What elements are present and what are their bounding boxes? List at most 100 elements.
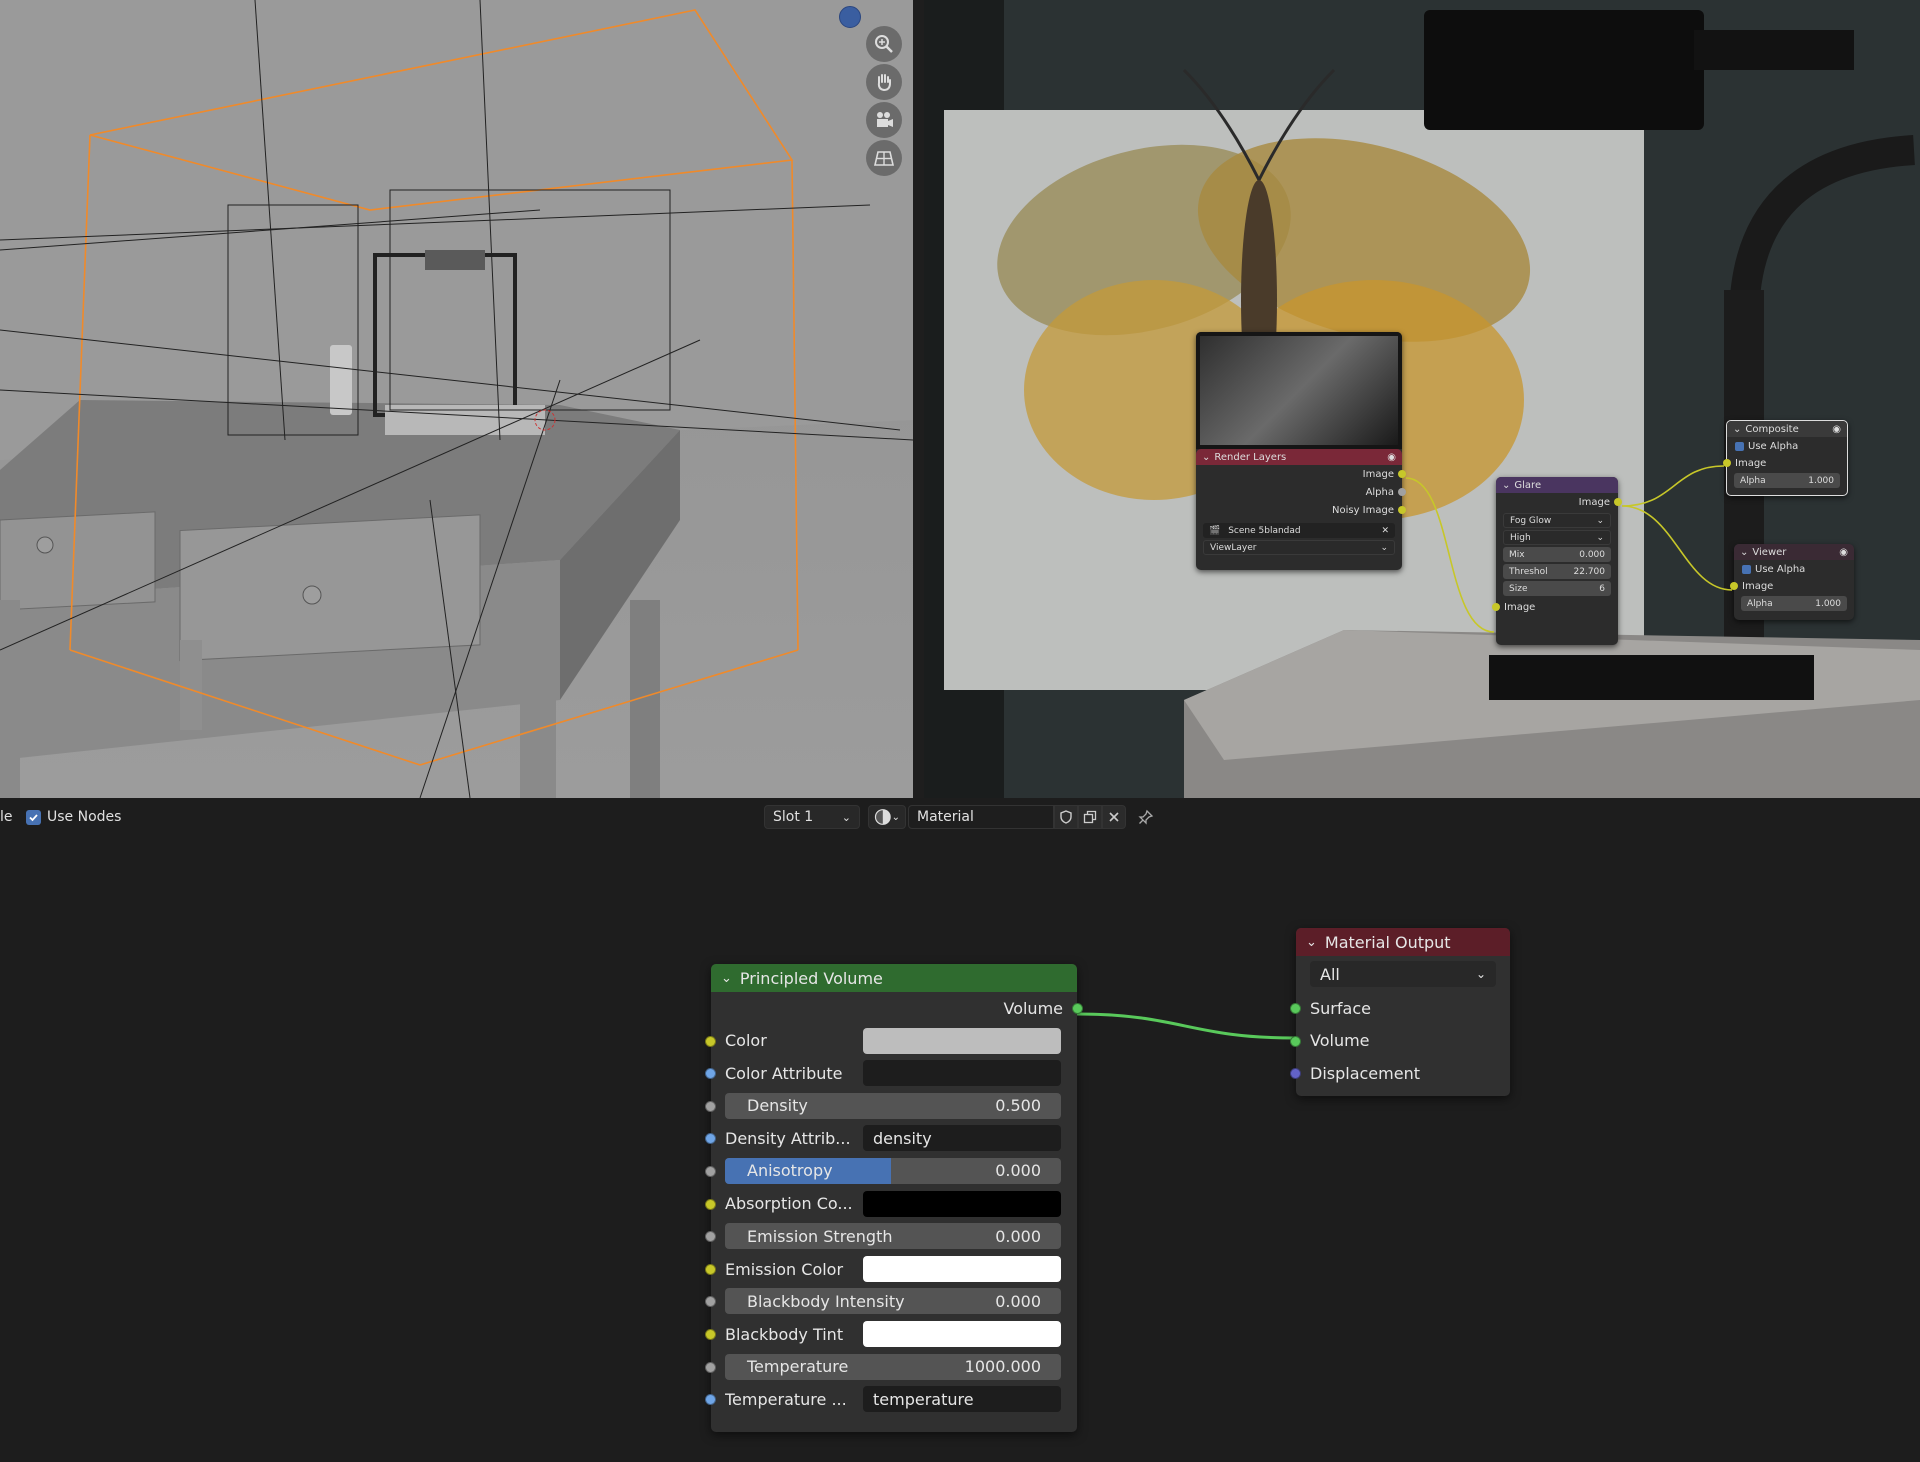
blackbody-intensity-slider[interactable]: Blackbody Intensity 0.000 (725, 1288, 1061, 1315)
compositor-node-editor[interactable]: ⌄ Render Layers ◉ Image Alpha Noisy Imag… (924, 0, 1920, 798)
chevron-down-icon: ⌄ (1475, 967, 1486, 981)
blackbody-tint-socket[interactable] (705, 1328, 716, 1340)
zoom-icon[interactable] (866, 26, 902, 62)
anisotropy-slider[interactable]: Anisotropy 0.000 (725, 1157, 1061, 1184)
viewport-3d[interactable] (0, 0, 913, 798)
density-attribute-field[interactable]: density (863, 1125, 1061, 1152)
viewer-node[interactable]: ⌄ Viewer ◉ Use Alpha Image Alpha 1.000 (1730, 544, 1854, 620)
surface-socket[interactable] (1290, 1003, 1301, 1014)
socket-row: Image (1196, 465, 1406, 483)
shader-node-editor[interactable]: ⌄ Principled Volume Volume Color Color A… (0, 836, 1920, 1462)
temperature-attribute-field[interactable]: temperature (863, 1386, 1061, 1413)
viewer-alpha-field[interactable]: Alpha 1.000 (1741, 596, 1847, 611)
glare-output-socket[interactable] (1614, 498, 1622, 506)
size-field[interactable]: Size 6 (1503, 581, 1611, 596)
principled-volume-header[interactable]: ⌄ Principled Volume (711, 964, 1077, 992)
temperature-attribute-row: Temperature ... temperature (705, 1383, 1077, 1416)
color-socket[interactable] (705, 1035, 716, 1047)
use-alpha-row[interactable]: Use Alpha (1734, 560, 1854, 578)
blackbody-intensity-row: Blackbody Intensity 0.000 (705, 1285, 1077, 1318)
render-icon: ◉ (1832, 423, 1841, 435)
noisy-image-output-socket[interactable] (1398, 506, 1406, 514)
material-name-field[interactable]: Material (908, 805, 1054, 829)
temperature-attribute-socket[interactable] (705, 1394, 716, 1406)
close-icon[interactable]: ✕ (1381, 526, 1389, 536)
render-layers-node[interactable]: ⌄ Render Layers ◉ Image Alpha Noisy Imag… (1196, 332, 1406, 570)
volume-output-socket[interactable] (1072, 1003, 1083, 1014)
principled-volume-node[interactable]: ⌄ Principled Volume Volume Color Color A… (705, 964, 1083, 1432)
density-socket[interactable] (705, 1100, 716, 1112)
composite-alpha-field[interactable]: Alpha 1.000 (1734, 473, 1840, 488)
unlink-material-button[interactable] (1102, 805, 1126, 829)
color-attribute-field[interactable] (863, 1060, 1061, 1087)
temperature-slider[interactable]: Temperature 1000.000 (725, 1353, 1061, 1380)
image-output-socket[interactable] (1398, 470, 1406, 478)
blackbody-intensity-socket[interactable] (705, 1296, 716, 1308)
slot-dropdown[interactable]: Slot 1 ⌄ (764, 805, 860, 829)
displacement-socket[interactable] (1290, 1068, 1301, 1080)
blackbody-tint-swatch[interactable] (863, 1320, 1061, 1347)
socket-row: Noisy Image (1196, 501, 1406, 519)
emission-color-swatch[interactable] (863, 1255, 1061, 1282)
threshold-field[interactable]: Threshol 22.700 (1503, 564, 1611, 579)
mix-field[interactable]: Mix 0.000 (1503, 547, 1611, 562)
viewer-header[interactable]: ⌄ Viewer ◉ (1734, 544, 1854, 560)
chevron-down-icon: ⌄ (1502, 479, 1511, 491)
render-layers-header[interactable]: ⌄ Render Layers ◉ (1196, 449, 1402, 465)
view-layer-selector[interactable]: ViewLayer ⌄ (1203, 540, 1395, 555)
chevron-down-icon: ⌄ (721, 970, 732, 986)
scene-selector[interactable]: 🎬 Scene 5blandad ✕ (1203, 523, 1395, 538)
anisotropy-socket[interactable] (705, 1165, 716, 1177)
glare-input-socket[interactable] (1492, 603, 1500, 611)
pin-icon (1138, 809, 1154, 825)
glare-quality-dropdown[interactable]: High ⌄ (1503, 530, 1611, 545)
absorption-color-swatch[interactable] (863, 1190, 1061, 1217)
emission-color-socket[interactable] (705, 1263, 716, 1275)
pin-button[interactable] (1134, 805, 1158, 829)
emission-strength-socket[interactable] (705, 1231, 716, 1243)
temperature-socket[interactable] (705, 1361, 716, 1373)
viewer-image-socket[interactable] (1730, 582, 1738, 590)
emission-strength-slider[interactable]: Emission Strength 0.000 (725, 1223, 1061, 1250)
shield-icon (1060, 810, 1072, 824)
density-slider[interactable]: Density 0.500 (725, 1092, 1061, 1119)
color-attribute-socket[interactable] (705, 1068, 716, 1080)
composite-node[interactable]: ⌄ Composite ◉ Use Alpha Image Alpha 1.000 (1723, 420, 1848, 496)
absorption-color-socket[interactable] (705, 1198, 716, 1210)
use-alpha-checkbox[interactable] (1735, 441, 1744, 451)
socket-row: Image (1492, 598, 1618, 616)
use-alpha-row[interactable]: Use Alpha (1727, 437, 1847, 455)
surface-input-row: Surface (1290, 992, 1510, 1025)
material-output-header[interactable]: ⌄ Material Output (1296, 928, 1510, 956)
glare-type-dropdown[interactable]: Fog Glow ⌄ (1503, 513, 1611, 528)
fake-user-button[interactable] (1054, 805, 1078, 829)
duplicate-icon (1083, 810, 1097, 824)
area-divider[interactable] (913, 0, 924, 798)
compositor-backdrop (924, 0, 1920, 798)
volume-output-row: Volume (711, 992, 1083, 1025)
header-mode-label[interactable]: le (0, 805, 13, 829)
color-attribute-row: Color Attribute (705, 1057, 1077, 1090)
density-row: Density 0.500 (705, 1090, 1077, 1123)
color-swatch[interactable] (863, 1027, 1061, 1054)
glare-node[interactable]: ⌄ Glare Image Fog Glow ⌄ High ⌄ Mix 0.000 T… (1492, 477, 1622, 645)
use-nodes-checkbox[interactable] (26, 809, 41, 825)
density-attribute-socket[interactable] (705, 1133, 716, 1145)
use-nodes-toggle[interactable]: Use Nodes (26, 805, 121, 829)
displacement-input-row: Displacement (1290, 1057, 1510, 1090)
alpha-output-socket[interactable] (1398, 488, 1406, 496)
duplicate-material-button[interactable] (1078, 805, 1102, 829)
material-output-node[interactable]: ⌄ Material Output All ⌄ Surface Volume D… (1290, 928, 1510, 1096)
hand-pan-icon[interactable] (866, 64, 902, 100)
grid-ortho-icon[interactable] (866, 140, 902, 176)
socket-row: Alpha (1196, 483, 1406, 501)
material-browse-button[interactable]: ⌄ (868, 805, 906, 829)
composite-image-socket[interactable] (1723, 459, 1731, 467)
render-target-dropdown[interactable]: All ⌄ (1310, 961, 1496, 987)
composite-header[interactable]: ⌄ Composite ◉ (1727, 421, 1847, 437)
use-alpha-checkbox[interactable] (1742, 564, 1751, 574)
volume-input-socket[interactable] (1290, 1035, 1301, 1047)
glare-header[interactable]: ⌄ Glare (1496, 477, 1618, 493)
camera-icon[interactable] (866, 102, 902, 138)
axis-gizmo[interactable] (839, 6, 861, 28)
